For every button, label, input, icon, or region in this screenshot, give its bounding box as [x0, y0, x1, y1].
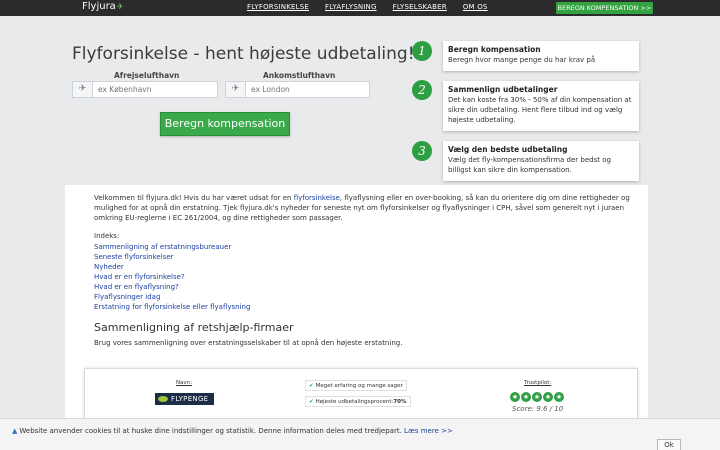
step-2-text: Det kan koste fra 30% - 50% af din kompe…: [448, 96, 632, 124]
cookie-banner: ▲ Website anvender cookies til at huske d…: [0, 418, 720, 450]
feature-text: Højeste udbetalingsprocent:: [315, 399, 394, 405]
index-link[interactable]: Erstatning for flyforsinkelse eller flya…: [94, 302, 250, 312]
site-logo[interactable]: Flyjura✈: [82, 1, 124, 12]
star-icon: ★: [532, 392, 542, 402]
index-link[interactable]: Sammenligning af erstatningsbureauer: [94, 242, 250, 252]
trustpilot-score: Score: 9.6 / 10: [512, 405, 564, 413]
feature-badge: ✔ Meget erfaring og mange sager: [305, 380, 407, 391]
nav-link-flyforsinkelse[interactable]: FLYFORSINKELSE: [247, 3, 309, 11]
arrival-field: ✈: [225, 81, 370, 98]
nav-links: FLYFORSINKELSE FLYAFLYSNING FLYSELSKABER…: [247, 3, 488, 11]
step-3-title: Vælg den bedste udbetaling: [448, 145, 568, 154]
plane-arrival-icon: ✈: [226, 82, 246, 97]
feature-badge: ✔ Højeste udbetalingsprocent:70%: [305, 396, 411, 407]
intro-text-start: Velkommen til flyjura.dk! Hvis du har væ…: [94, 194, 294, 202]
index-list: Sammenligning af erstatningsbureauer Sen…: [94, 242, 250, 312]
check-icon: ✔: [309, 383, 314, 389]
check-icon: ✔: [309, 399, 314, 405]
index-link[interactable]: Hvad er en flyforsinkelse?: [94, 272, 250, 282]
hero-title: Flyforsinkelse - hent højeste udbetaling…: [72, 44, 415, 64]
step-1-number: 1: [412, 41, 432, 61]
nav-calculate-button[interactable]: BEREGN KOMPENSATION >>: [556, 2, 653, 14]
intro-link-flyforsinkelse[interactable]: flyforsinkelse: [294, 194, 340, 202]
step-2-title: Sammenlign udbetalinger: [448, 85, 558, 94]
cookie-ok-button[interactable]: Ok: [657, 439, 681, 450]
comparison-title: Sammenligning af retshjælp-firmaer: [94, 321, 294, 334]
star-icon: ★: [543, 392, 553, 402]
logo-text: Flyjura: [82, 1, 116, 12]
index-link[interactable]: Flyaflysninger idag: [94, 292, 250, 302]
step-1-text: Beregn hvor mange penge du har krav på: [448, 56, 596, 64]
calculate-compensation-button[interactable]: Beregn kompensation: [160, 112, 290, 136]
name-column-label: Navn:: [176, 380, 193, 386]
departure-input[interactable]: [93, 82, 217, 97]
cookie-message: ▲ Website anvender cookies til at huske d…: [12, 427, 453, 435]
star-icon: ★: [510, 392, 520, 402]
warning-icon: ▲: [12, 427, 18, 435]
payout-percent: 70%: [393, 399, 407, 405]
flypenge-logo-mark: [158, 396, 168, 402]
plane-icon: ✈: [116, 2, 124, 11]
nav-link-flyselskaber[interactable]: FLYSELSKABER: [393, 3, 447, 11]
step-3-number: 3: [412, 141, 432, 161]
star-icon: ★: [521, 392, 531, 402]
index-link[interactable]: Hvad er en flyaflysning?: [94, 282, 250, 292]
step-3-text: Vælg det fly-kompensationsfirma der beds…: [448, 156, 611, 174]
feature-text: Meget erfaring og mange sager: [315, 383, 403, 389]
step-2-card: Sammenlign udbetalinger Det kan koste fr…: [443, 81, 639, 131]
index-title: Indeks:: [94, 232, 120, 240]
arrival-label: Ankomstlufthavn: [263, 71, 336, 80]
step-1-card: Beregn kompensation Beregn hvor mange pe…: [443, 41, 639, 71]
company-name: FLYPENGE: [171, 395, 209, 403]
trustpilot-label[interactable]: Trustpilot:: [524, 380, 551, 386]
step-2-number: 2: [412, 80, 432, 100]
nav-link-flyaflysning[interactable]: FLYAFLYSNING: [325, 3, 377, 11]
top-navbar: Flyjura✈ FLYFORSINKELSE FLYAFLYSNING FLY…: [0, 0, 720, 16]
departure-field: ✈: [72, 81, 218, 98]
cookie-text: Website anvender cookies til at huske di…: [19, 427, 402, 435]
intro-paragraph: Velkommen til flyjura.dk! Hvis du har væ…: [94, 193, 634, 223]
nav-link-om-os[interactable]: OM OS: [463, 3, 488, 11]
cookie-read-more-link[interactable]: Læs mere >>: [404, 427, 453, 435]
arrival-input[interactable]: [246, 82, 369, 97]
comparison-subtitle: Brug vores sammenligning over erstatning…: [94, 339, 403, 347]
index-link[interactable]: Seneste flyforsinkelser: [94, 252, 250, 262]
plane-departure-icon: ✈: [73, 82, 93, 97]
departure-label: Afrejselufthavn: [114, 71, 180, 80]
step-3-card: Vælg den bedste udbetaling Vælg det fly-…: [443, 141, 639, 181]
trustpilot-stars: ★ ★ ★ ★ ★: [510, 392, 564, 402]
step-1-title: Beregn kompensation: [448, 45, 541, 54]
company-logo[interactable]: FLYPENGE: [155, 393, 214, 405]
index-link[interactable]: Nyheder: [94, 262, 250, 272]
star-icon: ★: [554, 392, 564, 402]
